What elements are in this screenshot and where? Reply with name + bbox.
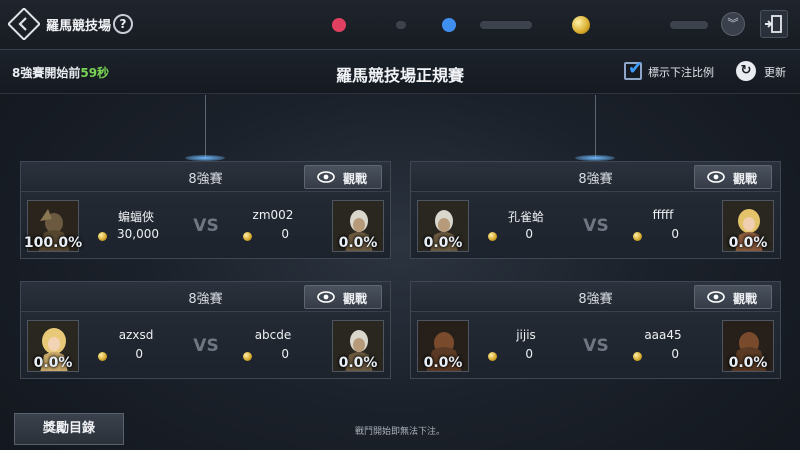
help-button[interactable]: ? (113, 14, 133, 34)
left-fighter-name: 孔雀蛤 (507, 210, 544, 224)
watch-button[interactable]: 觀戰 (694, 165, 772, 189)
sub-bar: 8強賽開始前59秒 羅馬競技場正規賽 ✔ 標示下注比例 ↻ 更新 (0, 50, 800, 94)
watch-button[interactable]: 觀戰 (304, 285, 382, 309)
left-fighter-name: 蝙蝠俠 (117, 210, 154, 224)
watch-label: 觀戰 (733, 172, 758, 186)
watch-label: 觀戰 (343, 172, 368, 186)
exit-door-icon (765, 15, 782, 33)
vs-label: VS (583, 216, 609, 236)
eye-icon (317, 291, 335, 303)
top-bar: 羅馬競技場 ? ︾ (0, 0, 800, 50)
show-odds-label[interactable]: 標示下注比例 (648, 64, 714, 80)
ruby-amount-blurred (396, 21, 406, 29)
watch-label: 觀戰 (733, 292, 758, 306)
left-bet-amount: 0 (525, 227, 533, 241)
watch-label: 觀戰 (343, 292, 368, 306)
right-bet-ratio: 0.0% (728, 235, 768, 251)
match-header: 8強賽 觀戰 (21, 282, 390, 312)
checkmark-icon: ✔ (628, 58, 644, 79)
back-arrow-icon (7, 7, 41, 41)
gold-currency[interactable] (570, 15, 710, 35)
vs-label: VS (193, 216, 219, 236)
vs-label: VS (583, 336, 609, 356)
gem-icon (442, 18, 456, 32)
right-bet-amount: 0 (671, 227, 679, 241)
watch-button[interactable]: 觀戰 (694, 285, 772, 309)
left-bet-amount: 0 (135, 347, 143, 361)
match-header: 8強賽 觀戰 (21, 162, 390, 192)
left-fighter-name: azxsd (118, 328, 154, 342)
match-header: 8強賽 觀戰 (411, 162, 780, 192)
gem-amount-blurred (480, 21, 532, 29)
back-button[interactable] (7, 7, 41, 41)
collapse-icon[interactable]: ︾ (721, 12, 745, 36)
right-bet-amount: 0 (281, 347, 289, 361)
right-fighter-name: zm002 (252, 208, 294, 222)
left-bet-ratio: 0.0% (423, 355, 463, 371)
match-card-1: 8強賽 觀戰 100.0% 蝙蝠俠 30,000 VS zm002 0 0.0% (20, 161, 391, 259)
match-card-4: 8強賽 觀戰 0.0% jijis 0 VS aaa45 0 0.0% (410, 281, 781, 379)
gem-currency[interactable] (440, 15, 550, 35)
right-bet-ratio: 0.0% (338, 355, 378, 371)
right-fighter-name: abcde (254, 328, 292, 342)
right-bet-ratio: 0.0% (728, 355, 768, 371)
left-bet-ratio: 100.0% (23, 235, 83, 251)
right-fighter-name: aaa45 (644, 328, 682, 342)
refresh-label[interactable]: 更新 (764, 64, 786, 80)
exit-button[interactable] (760, 10, 788, 38)
left-bet-ratio: 0.0% (423, 235, 463, 251)
eye-icon (317, 171, 335, 183)
watch-button[interactable]: 觀戰 (304, 165, 382, 189)
left-fighter-name: jijis (516, 328, 536, 342)
gold-coin-icon (572, 16, 590, 34)
right-fighter-name: fffff (652, 208, 674, 222)
vs-label: VS (193, 336, 219, 356)
eye-icon (707, 291, 725, 303)
right-bet-ratio: 0.0% (338, 235, 378, 251)
bracket-line (205, 95, 206, 158)
eye-icon (707, 171, 725, 183)
bracket-line (595, 95, 596, 158)
right-bet-amount: 0 (671, 347, 679, 361)
left-bet-amount: 0 (525, 347, 533, 361)
refresh-icon[interactable]: ↻ (736, 61, 756, 81)
show-odds-checkbox[interactable]: ✔ (624, 58, 643, 80)
match-card-2: 8強賽 觀戰 0.0% 孔雀蛤 0 VS fffff 0 0.0% (410, 161, 781, 259)
left-bet-ratio: 0.0% (33, 355, 73, 371)
betting-notice: 戰鬥開始即無法下注。 (354, 427, 445, 437)
ruby-currency[interactable] (330, 15, 440, 35)
gold-amount-blurred (670, 21, 708, 29)
left-bet-amount: 30,000 (117, 227, 159, 241)
match-header: 8強賽 觀戰 (411, 282, 780, 312)
screen-title: 羅馬競技場 (46, 19, 112, 34)
match-card-3: 8強賽 觀戰 0.0% azxsd 0 VS abcde 0 0.0% (20, 281, 391, 379)
ruby-icon (332, 18, 346, 32)
right-bet-amount: 0 (281, 227, 289, 241)
